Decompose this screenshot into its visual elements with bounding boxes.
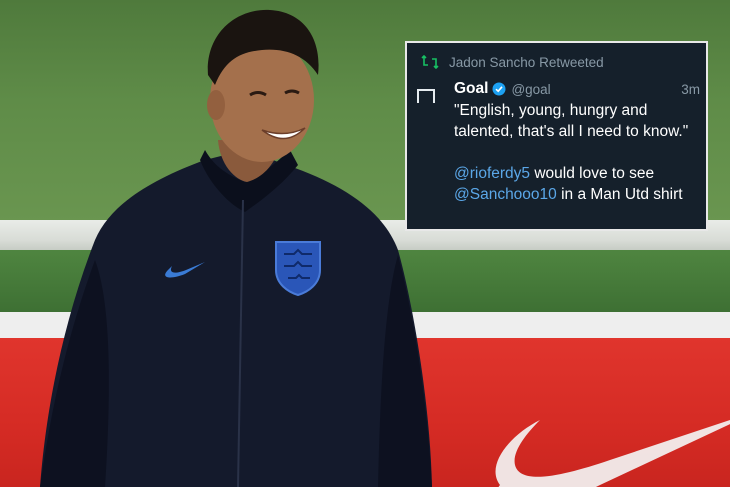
tweet-text: would love to see bbox=[530, 165, 655, 182]
avatar[interactable] bbox=[417, 89, 435, 103]
tweet-text: in a Man Utd shirt bbox=[556, 186, 683, 203]
retweet-header: Jadon Sancho Retweeted bbox=[421, 53, 604, 71]
mention-link[interactable]: @rioferdy5 bbox=[454, 165, 530, 182]
mention-link[interactable]: @Sanchooo10 bbox=[454, 186, 557, 203]
swoosh-logo-icon bbox=[495, 420, 730, 487]
retweet-label: Jadon Sancho Retweeted bbox=[449, 54, 604, 70]
tweet-author-row: Goal @goal 3m bbox=[454, 79, 700, 99]
tweet-time[interactable]: 3m bbox=[681, 82, 700, 97]
retweet-icon bbox=[421, 55, 439, 69]
tweet-body: "English, young, hungry and talented, th… bbox=[454, 100, 704, 205]
player-figure bbox=[40, 9, 432, 487]
tweet-line-3: @Sanchooo10 in a Man Utd shirt bbox=[454, 184, 704, 205]
author-handle[interactable]: @goal bbox=[511, 82, 550, 97]
author-name[interactable]: Goal bbox=[454, 80, 488, 98]
tweet-quote: "English, young, hungry and talented, th… bbox=[454, 102, 689, 140]
verified-badge-icon bbox=[492, 82, 506, 96]
tweet-card: Jadon Sancho Retweeted Goal @goal 3m "En… bbox=[405, 41, 708, 231]
tweet-line-2: @rioferdy5 would love to see bbox=[454, 163, 704, 184]
